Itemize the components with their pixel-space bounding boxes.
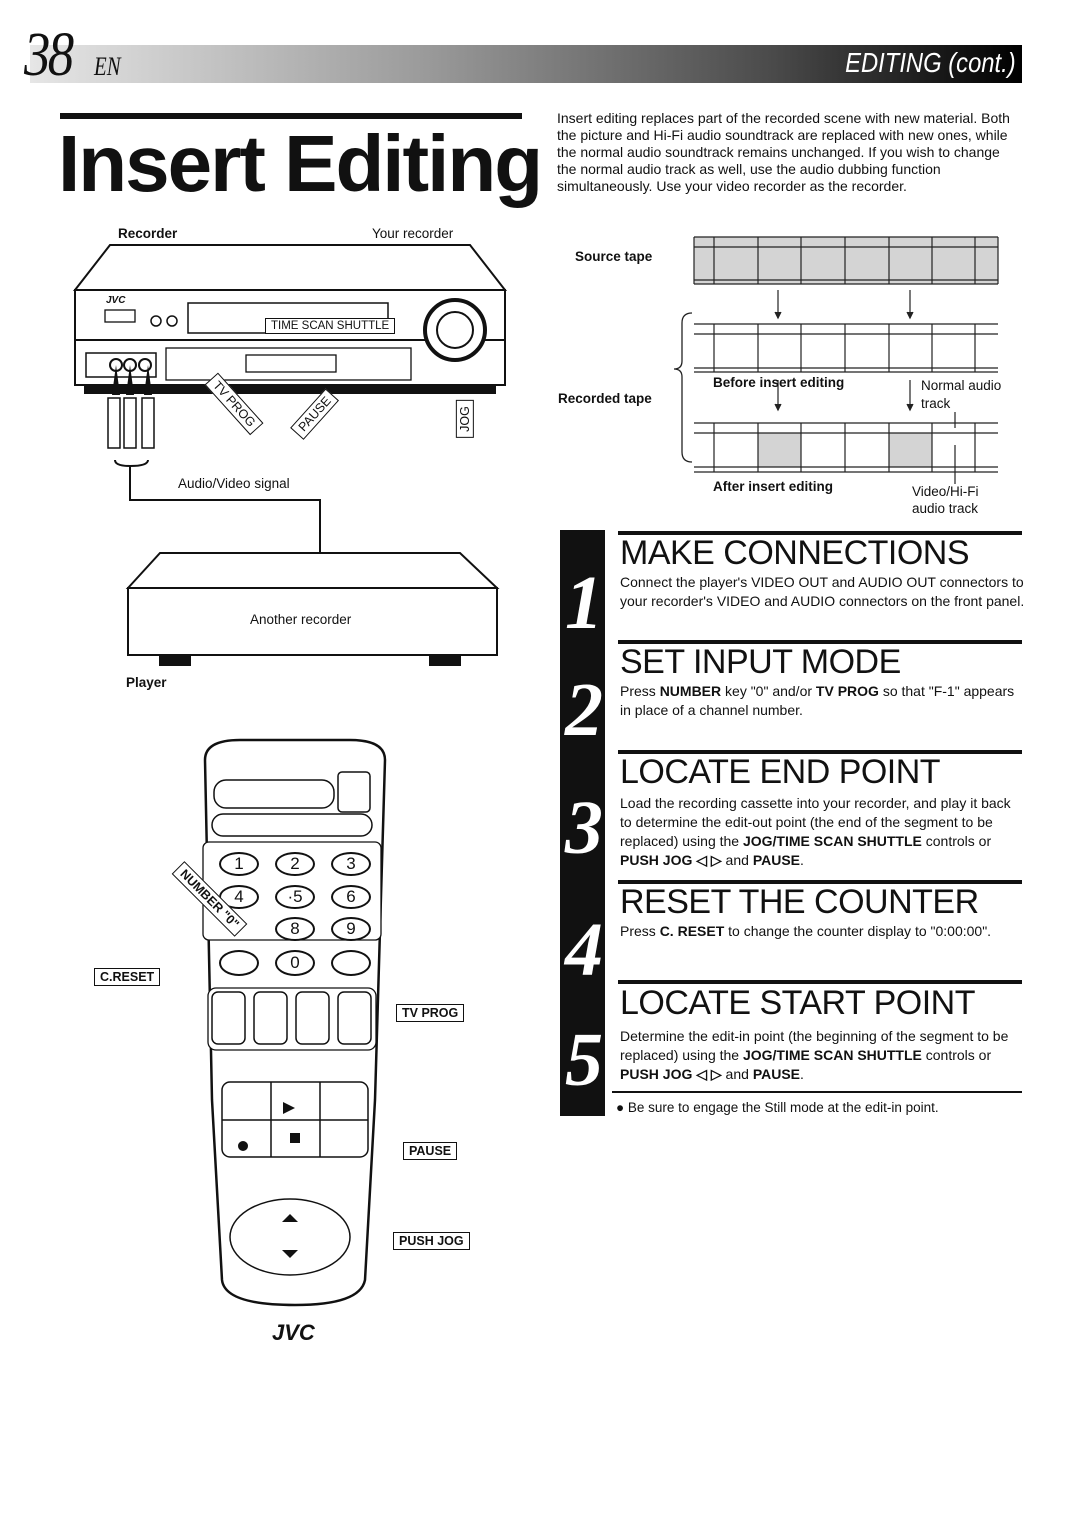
note: ● Be sure to engage the Still mode at th… [616,1100,939,1115]
step-body-text: Press [620,683,660,699]
step-body-text: . [800,1066,804,1082]
video-hifi-label: Video/Hi-Fi [912,484,979,499]
jvc-remote-logo: JVC [272,1320,315,1345]
brace [673,312,693,463]
step-body: Determine the edit-in point (the beginni… [620,1027,1025,1084]
before-label: Before insert editing [713,375,845,390]
step-number: 2 [565,668,603,752]
step-heading: SET INPUT MODE [620,643,901,681]
c-reset-key[interactable] [219,950,259,976]
arrow-head [906,403,914,412]
step-body-bold: TV PROG [815,683,879,699]
pause-remote-callout: PAUSE [403,1142,458,1160]
step-body-bold: NUMBER [659,683,722,699]
key-5[interactable]: ·5 [275,885,315,909]
key-1[interactable]: 1 [219,852,259,876]
key-6[interactable]: 6 [331,885,371,909]
step-body-bold: JOG/TIME SCAN SHUTTLE [742,833,922,849]
step-body-text: . [800,852,804,868]
c-reset-callout: C.RESET [94,968,161,986]
push-jog-callout: PUSH JOG [393,1232,470,1250]
step-body-text: to change the counter display to "0:00:0… [724,923,992,939]
replaced-cell [758,433,801,467]
key-3[interactable]: 3 [331,852,371,876]
step-body-text: Press [620,923,660,939]
video-hifi-label-2: audio track [912,501,979,516]
step-body-text: Connect the player's VIDEO OUT and AUDIO… [620,574,1025,609]
arrow-head [774,403,782,412]
step-heading: LOCATE END POINT [620,753,941,791]
step-number: 4 [565,908,603,992]
key-8[interactable]: 8 [275,917,315,941]
step-body-bold: PUSH JOG ◁ ▷ [620,1066,722,1082]
recorded-tape-label: Recorded tape [558,391,652,406]
step-body-text: key "0" and/or [721,683,816,699]
source-tape-label: Source tape [575,249,653,264]
step-heading: MAKE CONNECTIONS [620,534,970,572]
key-9[interactable]: 9 [331,917,371,941]
step-body-bold: PAUSE [752,852,801,868]
step-body: Connect the player's VIDEO OUT and AUDIO… [620,573,1025,611]
step-body-bold: PUSH JOG ◁ ▷ [620,852,722,868]
step-body-bold: PAUSE [752,1066,801,1082]
normal-audio-label-2: track [921,396,951,411]
tv-prog-remote-callout: TV PROG [396,1004,465,1022]
arrow-head [774,311,782,320]
step-body: Press NUMBER key "0" and/or TV PROG so t… [620,682,1025,720]
step-body-bold: JOG/TIME SCAN SHUTTLE [742,1047,922,1063]
step-body-text: controls or [921,833,992,849]
step-body-text: and [721,852,753,868]
source-tape-fill [694,237,998,284]
step-body: Load the recording cassette into your re… [620,794,1025,870]
note-rule [612,1091,1022,1093]
step-number: 3 [565,786,603,870]
step-body-bold: C. RESET [659,923,725,939]
key-blank[interactable] [331,950,371,976]
key-0[interactable]: 0 [275,950,315,976]
replaced-cell [889,433,932,467]
key-2[interactable]: 2 [275,852,315,876]
step-heading: LOCATE START POINT [620,984,976,1022]
normal-audio-label: Normal audio [921,378,1002,393]
arrow-head [906,311,914,320]
after-label: After insert editing [713,479,834,494]
step-body: Press C. RESET to change the counter dis… [620,922,1025,941]
manual-page: 38 EN EDITING (cont.) Insert Editing Ins… [0,0,1080,1526]
step-heading: RESET THE COUNTER [620,883,979,921]
step-number: 1 [565,561,603,645]
step-body-text: and [721,1066,753,1082]
remote-illustration [202,738,387,1307]
step-number: 5 [565,1018,603,1102]
step-body-text: controls or [921,1047,992,1063]
